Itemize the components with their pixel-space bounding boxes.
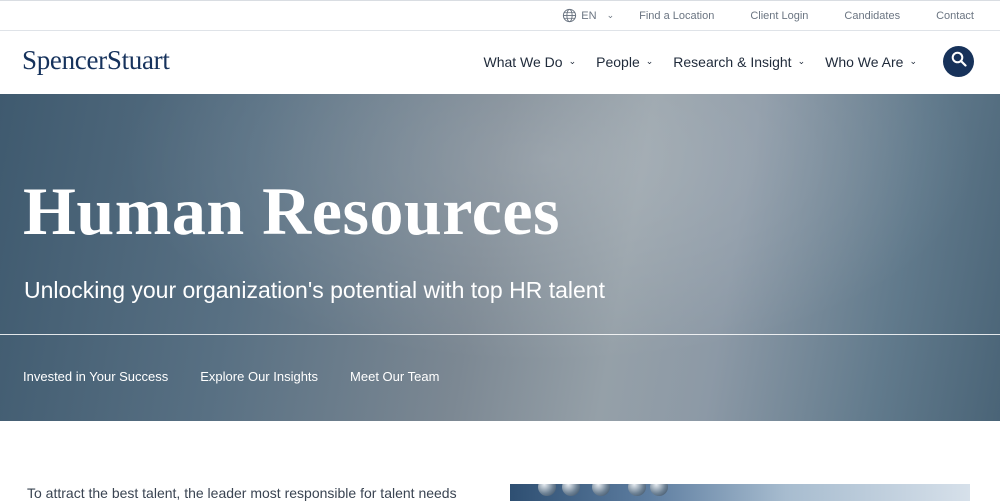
client-login-link[interactable]: Client Login (750, 10, 808, 22)
main-header: SpencerStuart What We Do ⌄ People ⌄ Rese… (0, 31, 1000, 94)
meet-our-team-link[interactable]: Meet Our Team (350, 369, 439, 384)
page-subtitle: Unlocking your organization's potential … (24, 277, 605, 303)
search-icon (951, 51, 967, 72)
nav-label: Research & Insight (673, 53, 792, 70)
chevron-down-icon: ⌄ (797, 56, 806, 66)
pearl-shape (562, 484, 580, 496)
chevron-down-icon: ⌄ (568, 56, 577, 66)
pearl-shape (628, 484, 646, 496)
main-nav: What We Do ⌄ People ⌄ Research & Insight… (483, 46, 974, 77)
contact-link[interactable]: Contact (936, 10, 974, 22)
nav-label: Who We Are (825, 53, 904, 70)
nav-people[interactable]: People ⌄ (596, 54, 653, 70)
language-selector[interactable]: EN ⌄ (562, 8, 614, 23)
explore-insights-link[interactable]: Explore Our Insights (200, 369, 318, 384)
hero-divider (0, 334, 1000, 335)
candidates-link[interactable]: Candidates (844, 10, 900, 22)
invested-in-success-link[interactable]: Invested in Your Success (23, 369, 168, 384)
chevron-down-icon: ⌄ (645, 56, 654, 66)
nav-label: What We Do (483, 53, 563, 70)
utility-bar: EN ⌄ Find a Location Client Login Candid… (0, 0, 1000, 31)
nav-what-we-do[interactable]: What We Do ⌄ (483, 54, 576, 70)
chevron-down-icon: ⌄ (606, 10, 615, 20)
globe-icon (562, 8, 577, 23)
chevron-down-icon: ⌄ (909, 56, 917, 66)
nav-who-we-are[interactable]: Who We Are ⌄ (825, 54, 917, 70)
nav-research-insight[interactable]: Research & Insight ⌄ (673, 54, 805, 70)
pearls-image (510, 484, 970, 501)
hero-anchor-nav: Invested in Your Success Explore Our Ins… (23, 369, 471, 384)
pearl-shape (650, 484, 668, 496)
hero-banner: Human Resources Unlocking your organizat… (0, 94, 1000, 421)
pearl-shape (592, 484, 610, 496)
pearl-shape (538, 484, 556, 496)
nav-label: People (596, 53, 640, 70)
intro-paragraph: To attract the best talent, the leader m… (27, 485, 457, 501)
find-location-link[interactable]: Find a Location (639, 10, 714, 22)
search-button[interactable] (943, 46, 974, 77)
site-logo[interactable]: SpencerStuart (22, 45, 170, 76)
language-label: EN (581, 9, 597, 22)
page-title: Human Resources (23, 173, 561, 249)
